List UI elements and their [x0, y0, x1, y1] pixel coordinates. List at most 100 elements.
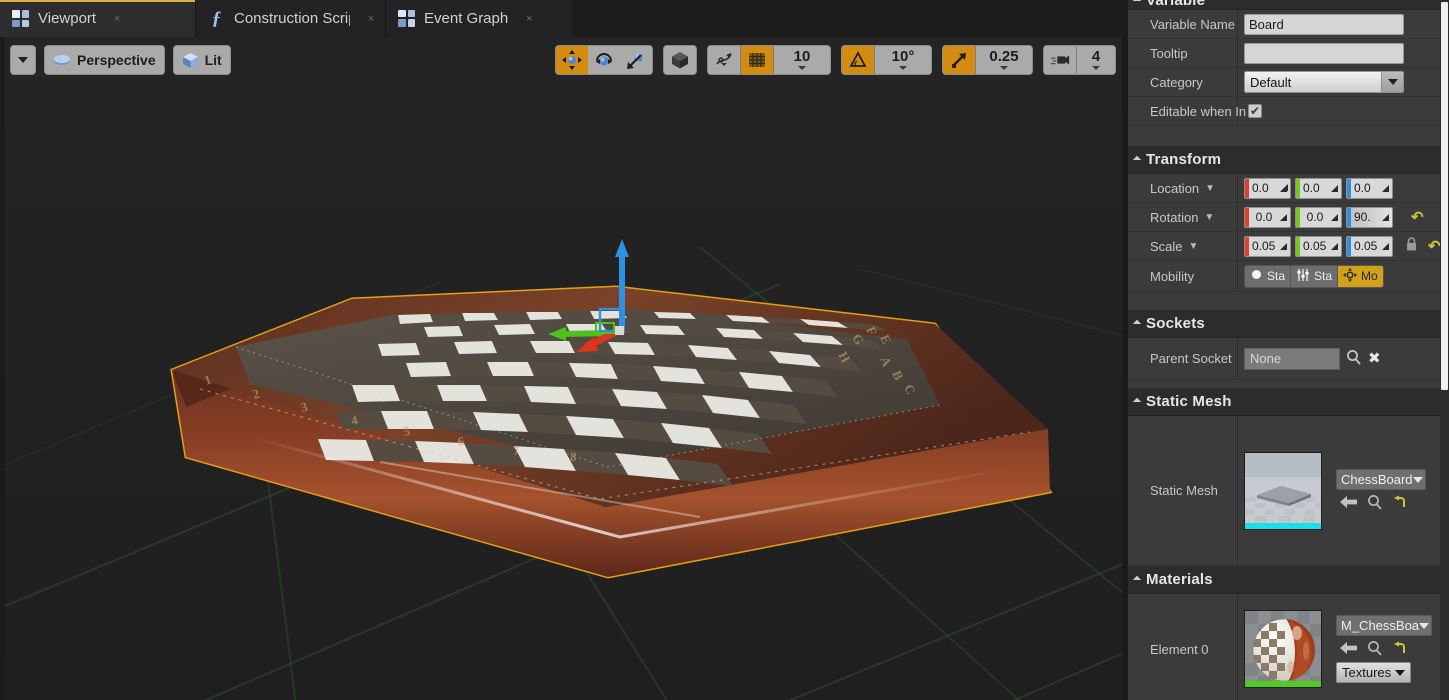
parent-socket-browse-search-icon[interactable] — [1346, 349, 1362, 369]
use-selected-arrow-icon[interactable] — [1340, 495, 1357, 511]
details-scrollbar-thumb[interactable] — [1441, 2, 1448, 390]
textures-button-label: Textures — [1342, 665, 1391, 680]
section-header-static-mesh[interactable]: Static Mesh — [1128, 388, 1449, 416]
chevron-down-icon[interactable]: ▼ — [1205, 183, 1215, 194]
chevron-down-icon — [1092, 66, 1100, 70]
label-variable-name: Variable Name — [1128, 10, 1238, 38]
details-scrollbar-track[interactable] — [1440, 0, 1449, 700]
section-header-variable[interactable]: Variable — [1128, 0, 1449, 10]
static-dot-icon — [1250, 268, 1263, 284]
world-space-button[interactable] — [664, 46, 696, 74]
section-header-transform[interactable]: Transform — [1128, 146, 1449, 174]
grid-snap-toggle-button[interactable] — [740, 46, 773, 74]
row-scale: Scale ▼ 0.05 0.05 — [1128, 232, 1449, 261]
lit-cube-icon — [182, 52, 199, 69]
grid-snap-icon — [747, 50, 767, 70]
material-asset-type-accent — [1245, 681, 1321, 687]
scale-snapping-group: 0.25 — [942, 45, 1033, 75]
viewport-options-menu-button[interactable] — [10, 45, 36, 75]
rotation-y-field[interactable]: 0.0 — [1295, 207, 1342, 228]
drag-spinner-icon — [1327, 208, 1341, 227]
browse-search-icon[interactable] — [1367, 494, 1383, 512]
scale-x-field[interactable]: 0.05 — [1244, 236, 1291, 257]
mobility-stationary-button[interactable]: Sta — [1291, 266, 1338, 287]
use-selected-arrow-icon[interactable] — [1340, 641, 1357, 657]
tab-bar: Viewport × ƒ Construction Scrip × Event … — [0, 0, 1128, 37]
viewport-grid-icon — [12, 10, 29, 27]
scale-snap-toggle-button[interactable] — [943, 46, 975, 74]
drag-spinner-icon — [1327, 179, 1341, 198]
static-mesh-preview-image — [1245, 453, 1322, 530]
scale-snap-value-dropdown[interactable]: 0.25 — [975, 46, 1032, 74]
surface-snap-button[interactable] — [708, 46, 740, 74]
tooltip-input[interactable] — [1244, 43, 1404, 64]
label-location: Location — [1150, 181, 1199, 196]
location-y-field[interactable]: 0.0 — [1295, 178, 1342, 199]
location-x-field[interactable]: 0.0 — [1244, 178, 1291, 199]
angle-snap-toggle-button[interactable] — [842, 46, 874, 74]
tab-construction-script-close-icon[interactable]: × — [365, 13, 377, 25]
translate-mode-button[interactable] — [556, 46, 588, 74]
scale-z-field[interactable]: 0.05 — [1346, 236, 1393, 257]
mobility-movable-button[interactable]: Mo — [1338, 266, 1383, 287]
location-z-value: 0.0 — [1351, 179, 1378, 198]
variable-name-input[interactable]: Board — [1244, 14, 1404, 35]
reset-revert-icon[interactable] — [1393, 641, 1407, 657]
material-thumbnail[interactable] — [1244, 610, 1322, 688]
camera-speed-group: 4 — [1043, 45, 1116, 75]
textures-dropdown-button[interactable]: Textures — [1336, 662, 1411, 683]
rotation-x-value: 0.0 — [1249, 208, 1276, 227]
3d-viewport[interactable]: 1 2 3 4 5 6 7 8 A B C E F G H — [0, 37, 1128, 700]
label-category: Category — [1128, 68, 1238, 96]
tab-viewport[interactable]: Viewport × — [0, 0, 196, 37]
chevron-down-icon[interactable]: ▼ — [1204, 212, 1214, 223]
row-location: Location ▼ 0.0 0. — [1128, 174, 1449, 203]
tab-viewport-close-icon[interactable]: × — [111, 13, 123, 25]
camera-speed-value-dropdown[interactable]: 4 — [1076, 46, 1115, 74]
material-asset-dropdown[interactable]: M_ChessBoard — [1336, 615, 1432, 636]
chevron-down-icon — [1395, 670, 1405, 676]
tab-event-graph[interactable]: Event Graph × — [386, 0, 574, 37]
rotation-z-field[interactable]: 90. — [1346, 207, 1393, 228]
location-z-field[interactable]: 0.0 — [1346, 178, 1393, 199]
rotation-reset-icon[interactable]: ↶ — [1411, 210, 1424, 225]
tab-construction-script[interactable]: ƒ Construction Scrip × — [196, 0, 386, 37]
row-tooltip: Tooltip — [1128, 39, 1449, 68]
rotate-mode-button[interactable] — [588, 46, 620, 74]
chevron-down-icon[interactable]: ▼ — [1189, 241, 1199, 252]
row-variable-name: Variable Name Board — [1128, 10, 1449, 39]
scale-reset-icon[interactable]: ↶ — [1428, 239, 1441, 254]
category-dropdown[interactable]: Default — [1244, 71, 1404, 93]
grid-snap-value-dropdown[interactable]: 10 — [773, 46, 830, 74]
shading-mode-button[interactable]: Lit — [173, 45, 231, 75]
scale-y-field[interactable]: 0.05 — [1295, 236, 1342, 257]
camera-speed-button[interactable] — [1044, 46, 1076, 74]
section-header-materials[interactable]: Materials — [1128, 566, 1449, 594]
mobility-static-button[interactable]: Sta — [1245, 266, 1291, 287]
chevron-down-icon — [899, 66, 907, 70]
rotate-arrows-icon — [594, 50, 614, 70]
reset-revert-icon[interactable] — [1393, 495, 1407, 511]
rotation-x-field[interactable]: 0.0 — [1244, 207, 1291, 228]
section-title-materials: Materials — [1146, 571, 1213, 588]
static-mesh-asset-dropdown[interactable]: ChessBoard — [1336, 469, 1426, 490]
parent-socket-input[interactable]: None — [1244, 348, 1340, 370]
scale-mode-button[interactable] — [620, 46, 652, 74]
static-mesh-asset-name: ChessBoard — [1341, 472, 1413, 487]
chevron-down-icon — [18, 57, 28, 63]
material-preview-image — [1245, 611, 1322, 688]
editable-when-inherited-checkbox[interactable]: ✔ — [1248, 104, 1262, 118]
angle-snap-icon — [848, 50, 868, 70]
section-header-sockets[interactable]: Sockets — [1128, 310, 1449, 338]
section-title-sockets: Sockets — [1146, 315, 1205, 332]
scale-lock-icon[interactable] — [1405, 237, 1418, 255]
view-mode-button[interactable]: Perspective — [44, 45, 165, 75]
static-mesh-section-body: Static Mesh — [1128, 416, 1449, 566]
tab-event-graph-close-icon[interactable]: × — [523, 13, 535, 25]
static-mesh-thumbnail[interactable] — [1244, 452, 1322, 530]
mobility-selector: Sta Sta — [1244, 265, 1384, 288]
angle-snap-value-dropdown[interactable]: 10° — [874, 46, 931, 74]
browse-search-icon[interactable] — [1367, 640, 1383, 658]
camera-speed-icon — [1050, 50, 1070, 70]
parent-socket-clear-icon[interactable]: ✖ — [1368, 351, 1381, 366]
